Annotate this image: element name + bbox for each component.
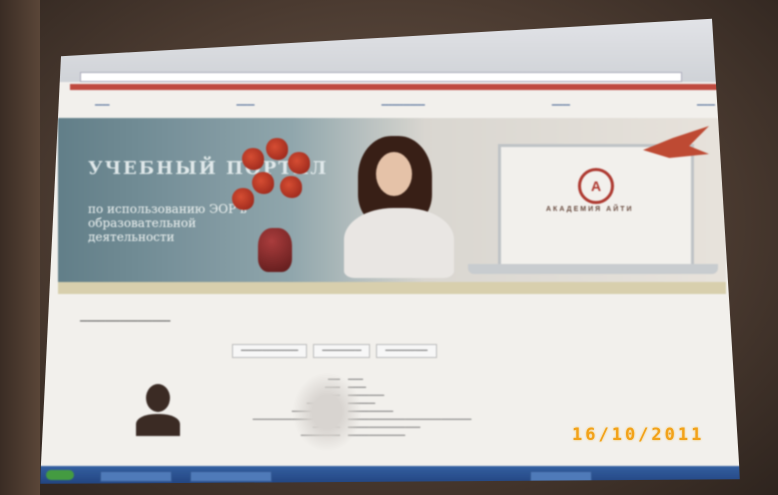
nav-item-5: ━━━━━: [696, 103, 715, 109]
start-button: [46, 470, 74, 480]
taskbar-item-1: [100, 471, 172, 482]
profile-tabs: ━━━━━━━━━━━━━━━━━━━ ━━━━━━━━━━━━━ ━━━━━━…: [232, 344, 437, 358]
profile-tab-2: ━━━━━━━━━━━━━: [313, 344, 371, 358]
profile-info: ━━━━━━━━━ ━━━ ━━━━━━━━ ━━━━━━━ ━━━━━━━━━━ …: [253, 377, 472, 439]
flower-bouquet: [232, 138, 322, 238]
taskbar-item-2: [190, 471, 272, 482]
nav-item-3: ━━━━━━━━━━━━: [381, 103, 425, 109]
laptop-base: [468, 264, 718, 274]
nav-item-2: ━━━━━: [236, 103, 255, 109]
taskbar-item-3: [530, 471, 592, 482]
wall-left: [0, 0, 40, 495]
site-top-stripe: [70, 84, 730, 90]
blurred-region: [292, 372, 362, 452]
browser-address-bar: [80, 72, 682, 82]
nav-item-1: ━━━━: [95, 103, 110, 109]
profile-tab-3: ━━━━━━━━━━━━━━: [376, 344, 437, 358]
site-banner: УЧЕБНЫЙ ПОРТАЛ по использованию ЭОР в об…: [58, 118, 726, 282]
woman-body: [344, 208, 454, 278]
nav-item-4: ━━━━━: [551, 103, 570, 109]
profile-tab-1: ━━━━━━━━━━━━━━━━━━━: [232, 344, 308, 358]
vase: [258, 228, 292, 272]
user-name-line: ━━━━━━━━━━━━━━━━━━━━━━━━━: [80, 319, 171, 325]
banner-bottom-strip: [58, 282, 726, 294]
academy-logo-icon: А: [578, 168, 614, 204]
academy-logo-text: АКАДЕМИЯ АЙТИ: [546, 206, 634, 213]
avatar-placeholder-icon: [136, 384, 180, 436]
woman-face: [376, 152, 412, 196]
date-stamp: 16/10/2011: [572, 425, 705, 445]
site-nav: ━━━━ ━━━━━ ━━━━━━━━━━━━ ━━━━━ ━━━━━: [95, 102, 715, 109]
projection-screen: ━━━━ ━━━━━ ━━━━━━━━━━━━ ━━━━━ ━━━━━ УЧЕБ…: [40, 18, 740, 484]
